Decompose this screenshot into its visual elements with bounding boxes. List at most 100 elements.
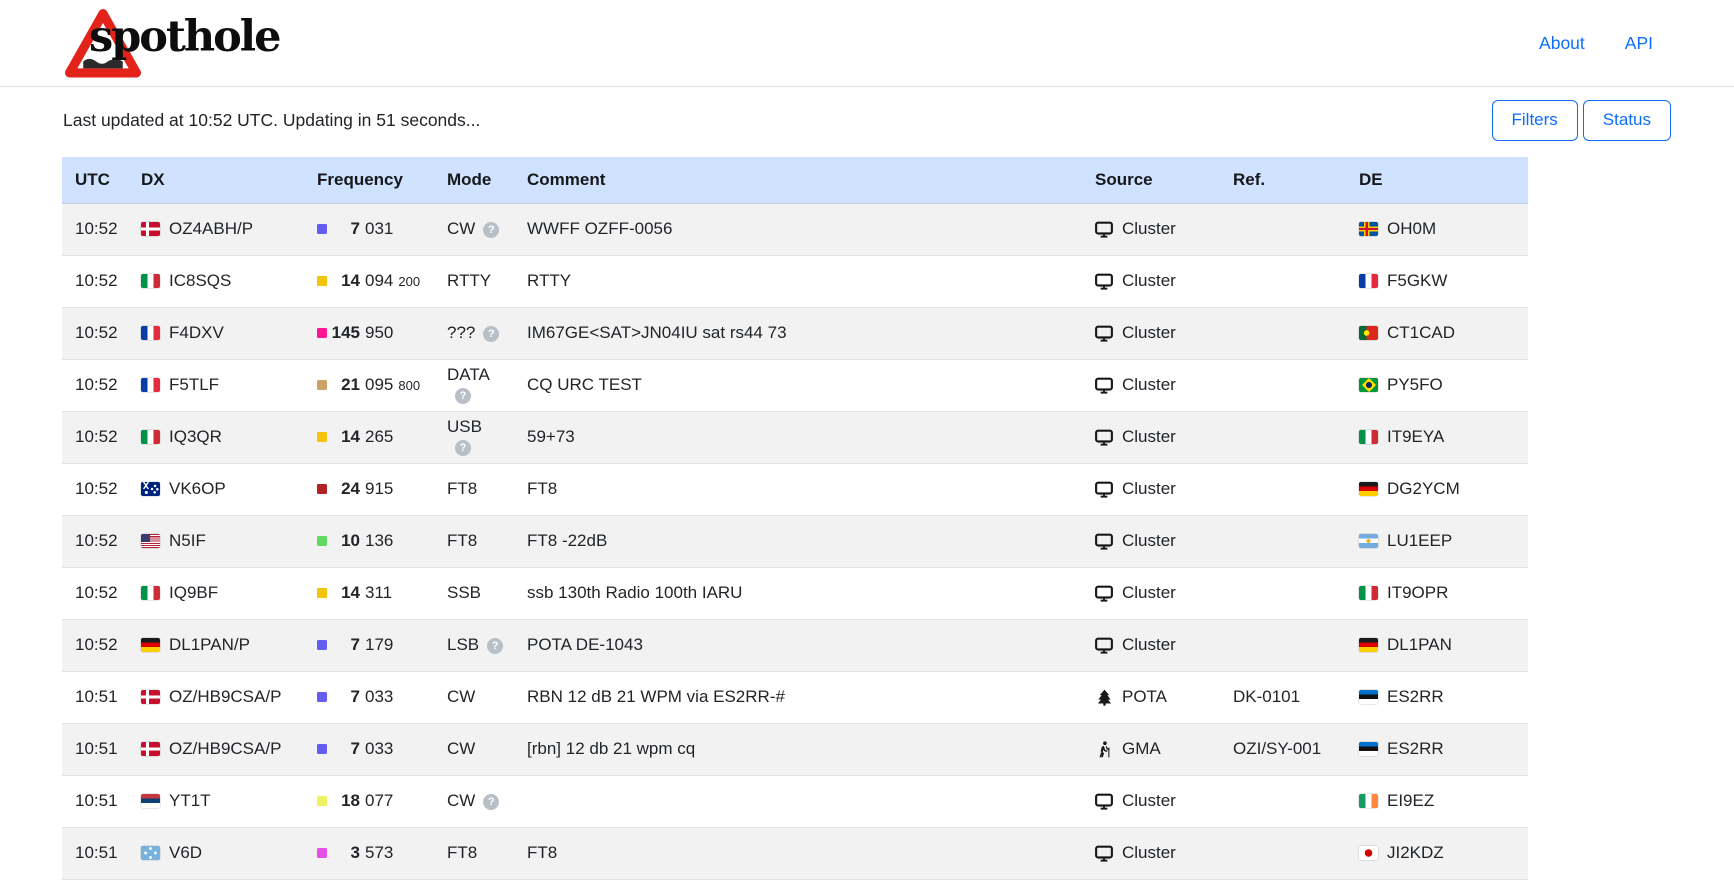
spot-comment: RTTY [514, 255, 1082, 307]
de-callsign: LU1EEP [1387, 531, 1452, 550]
dx-callsign: VK6OP [169, 479, 226, 498]
col-header-de: DE [1346, 157, 1528, 203]
source-label: Cluster [1122, 219, 1176, 239]
spot-ref: DK-0101 [1220, 671, 1346, 723]
dx-callsign: F4DXV [169, 323, 224, 342]
dx-callsign: IC8SQS [169, 271, 231, 290]
de-flag [1359, 274, 1378, 288]
source-label: POTA [1122, 687, 1167, 707]
spot-dx-cell: N5IF [128, 515, 304, 567]
spot-frequency-cell: 7 033 [304, 723, 434, 775]
hiker-icon [1095, 740, 1113, 758]
band-swatch [317, 432, 327, 442]
spot-de-cell: JI2KDZ [1346, 827, 1528, 879]
spot-mode-cell: FT8 [434, 463, 514, 515]
frequency-mhz: 18 [329, 791, 360, 811]
spot-de-cell: IT9EYA [1346, 411, 1528, 463]
frequency-hz: 200 [398, 274, 420, 289]
source-label: Cluster [1122, 427, 1176, 447]
spot-ref [1220, 203, 1346, 255]
spot-ref [1220, 359, 1346, 411]
spot-utc: 10:51 [62, 775, 128, 827]
mode-label: RTTY [447, 271, 491, 290]
mode-label: LSB [447, 635, 479, 654]
band-swatch [317, 744, 327, 754]
spot-ref [1220, 307, 1346, 359]
band-swatch [317, 484, 327, 494]
dx-flag [141, 742, 160, 756]
frequency-khz: 136 [365, 531, 393, 551]
dx-flag [141, 482, 160, 496]
spot-frequency-cell: 21 095 800 [304, 359, 434, 411]
dx-flag [141, 326, 160, 340]
monitor-icon [1095, 636, 1113, 654]
spothole-page: { "theme":{ "accent":"#0d6efd", "table_h… [0, 0, 1734, 870]
source-label: Cluster [1122, 583, 1176, 603]
spot-mode-cell: DATA? [434, 359, 514, 411]
monitor-icon [1095, 532, 1113, 550]
de-callsign: F5GKW [1387, 271, 1447, 290]
mode-label: FT8 [447, 531, 477, 550]
mode-help-badge[interactable]: ? [487, 638, 503, 654]
spot-source-cell: Cluster [1082, 567, 1220, 619]
dx-callsign: F5TLF [169, 375, 219, 394]
status-button[interactable]: Status [1583, 100, 1671, 141]
band-swatch [317, 328, 327, 338]
main-nav: About API [1539, 33, 1653, 54]
band-swatch [317, 276, 327, 286]
spot-de-cell: DG2YCM [1346, 463, 1528, 515]
band-swatch [317, 848, 327, 858]
spot-comment [514, 775, 1082, 827]
spot-utc: 10:52 [62, 515, 128, 567]
mode-help-badge[interactable]: ? [483, 794, 499, 810]
frequency-khz: 094 [365, 271, 393, 291]
de-flag [1359, 690, 1378, 704]
dx-callsign: IQ9BF [169, 583, 218, 602]
spot-comment: FT8 [514, 827, 1082, 879]
spot-source-cell: Cluster [1082, 359, 1220, 411]
de-flag [1359, 430, 1378, 444]
de-flag [1359, 846, 1378, 860]
spot-de-cell: EI9EZ [1346, 775, 1528, 827]
mode-help-badge[interactable]: ? [455, 440, 471, 456]
spot-dx-cell: F4DXV [128, 307, 304, 359]
de-flag [1359, 638, 1378, 652]
spot-utc: 10:51 [62, 827, 128, 879]
spot-source-cell: Cluster [1082, 619, 1220, 671]
de-callsign: ES2RR [1387, 687, 1444, 706]
spot-comment: FT8 -22dB [514, 515, 1082, 567]
mode-help-badge[interactable]: ? [483, 222, 499, 238]
mode-help-badge[interactable]: ? [483, 326, 499, 342]
col-header-comment: Comment [514, 157, 1082, 203]
spot-row: 10:52 IC8SQS 14 094 200 RTTY RTTY [62, 255, 1528, 307]
dx-flag [141, 690, 160, 704]
dx-flag [141, 378, 160, 392]
spot-utc: 10:52 [62, 619, 128, 671]
spot-dx-cell: OZ4ABH/P [128, 203, 304, 255]
spot-dx-cell: IQ3QR [128, 411, 304, 463]
de-callsign: EI9EZ [1387, 791, 1434, 810]
spot-utc: 10:51 [62, 671, 128, 723]
monitor-icon [1095, 272, 1113, 290]
frequency-khz: 033 [365, 739, 393, 759]
spot-row: 10:52 F5TLF 21 095 800 DATA? CQ URC TEST [62, 359, 1528, 411]
col-header-ref: Ref. [1220, 157, 1346, 203]
mode-label: CW [447, 791, 475, 810]
dx-callsign: YT1T [169, 791, 211, 810]
source-label: GMA [1122, 739, 1161, 759]
monitor-icon [1095, 844, 1113, 862]
spot-dx-cell: OZ/HB9CSA/P [128, 723, 304, 775]
nav-api-link[interactable]: API [1625, 33, 1653, 54]
source-label: Cluster [1122, 375, 1176, 395]
spot-de-cell: CT1CAD [1346, 307, 1528, 359]
brand-logo[interactable]: spothole [65, 4, 385, 82]
nav-about-link[interactable]: About [1539, 33, 1585, 54]
spot-de-cell: IT9OPR [1346, 567, 1528, 619]
mode-help-badge[interactable]: ? [455, 388, 471, 404]
filters-button[interactable]: Filters [1492, 100, 1578, 141]
monitor-icon [1095, 428, 1113, 446]
toolbar: Last updated at 10:52 UTC. Updating in 5… [0, 100, 1734, 141]
de-flag [1359, 222, 1378, 236]
frequency-hz: 800 [398, 378, 420, 393]
spot-row: 10:51 YT1T 18 077 CW? [62, 775, 1528, 827]
